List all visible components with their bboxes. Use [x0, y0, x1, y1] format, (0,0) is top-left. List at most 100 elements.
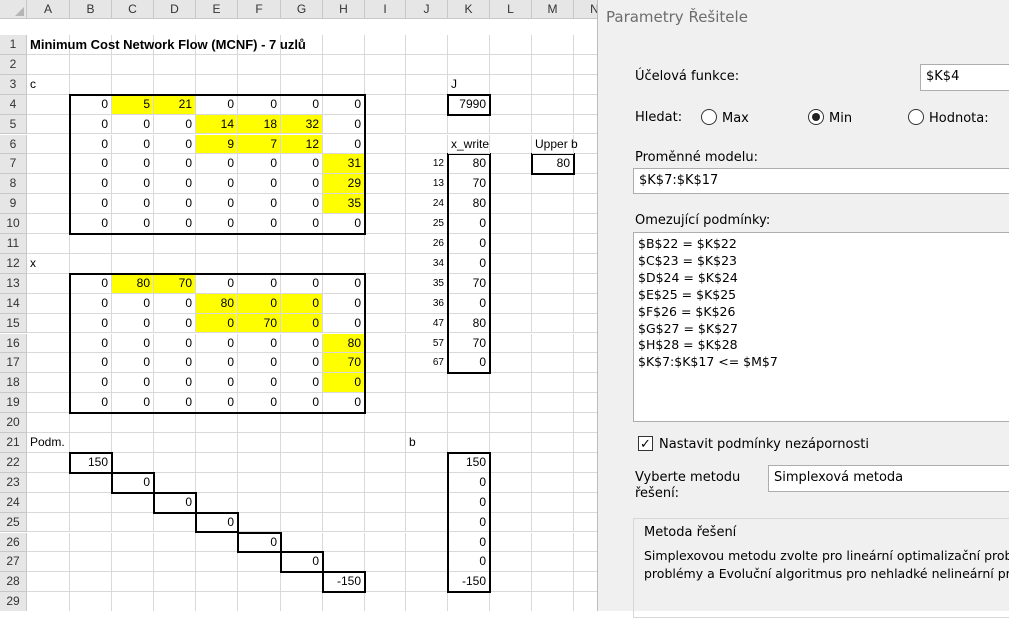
cost-cell[interactable]: 0 — [154, 134, 196, 155]
grid-cell[interactable] — [27, 174, 70, 195]
cost-cell[interactable]: 0 — [281, 154, 323, 175]
grid-cell[interactable] — [196, 472, 238, 493]
flow-cell[interactable]: 0 — [112, 393, 154, 414]
flow-cell[interactable]: 70 — [323, 353, 365, 374]
cost-cell[interactable]: 7 — [238, 134, 281, 155]
constraint-item[interactable]: $F$26 = $K$26 — [638, 304, 1008, 321]
grid-cell[interactable] — [27, 114, 70, 135]
flow-cell[interactable]: 0 — [281, 393, 323, 414]
grid-cell[interactable] — [406, 532, 448, 553]
cost-cell[interactable]: 0 — [154, 154, 196, 175]
grid-cell[interactable] — [490, 54, 532, 75]
grid-cell[interactable] — [448, 54, 490, 75]
grid-cell[interactable] — [196, 552, 238, 573]
grid-cell[interactable] — [365, 214, 406, 234]
row-header-13[interactable]: 13 — [0, 273, 27, 294]
grid-cell[interactable] — [238, 552, 281, 573]
label-c[interactable]: c — [27, 74, 70, 95]
column-header-G[interactable]: G — [281, 0, 323, 19]
grid-cell[interactable] — [27, 194, 70, 215]
grid-cell[interactable] — [365, 234, 406, 254]
grid-cell[interactable] — [490, 512, 532, 533]
vars-input[interactable]: $K$7:$K$17 — [633, 168, 1009, 194]
cost-cell[interactable]: 0 — [70, 154, 112, 175]
flow-cell[interactable]: 0 — [238, 333, 281, 354]
flow-cell[interactable]: 0 — [281, 353, 323, 374]
grid-cell[interactable] — [27, 393, 70, 414]
flow-cell[interactable]: 0 — [323, 373, 365, 394]
cost-cell[interactable]: 0 — [112, 194, 154, 215]
cost-cell[interactable]: 0 — [196, 154, 238, 175]
grid-cell[interactable] — [27, 333, 70, 354]
grid-cell[interactable] — [323, 234, 365, 254]
constraint-item[interactable]: $E$25 = $K$25 — [638, 287, 1008, 304]
grid-cell[interactable] — [196, 234, 238, 254]
edge-label-cell[interactable]: 13 — [406, 174, 448, 195]
grid-cell[interactable] — [238, 234, 281, 254]
grid-cell[interactable] — [406, 552, 448, 573]
cost-cell[interactable]: 5 — [112, 94, 154, 115]
flow-cell[interactable]: 0 — [238, 353, 281, 374]
method-select[interactable]: Simplexová metoda — [768, 465, 1009, 492]
flow-cell[interactable]: 0 — [281, 313, 323, 334]
value-radio[interactable] — [908, 109, 924, 125]
cost-cell[interactable]: 31 — [323, 154, 365, 175]
flow-cell[interactable]: 80 — [112, 273, 154, 294]
grid-cell[interactable] — [323, 472, 365, 493]
flow-cell[interactable]: 0 — [323, 313, 365, 334]
constraint-cell[interactable]: 0 — [154, 492, 196, 513]
grid-cell[interactable] — [490, 273, 532, 294]
column-header-M[interactable]: M — [532, 0, 574, 19]
grid-cell[interactable] — [112, 592, 154, 611]
cost-cell[interactable]: 0 — [112, 214, 154, 234]
grid-cell[interactable] — [365, 413, 406, 433]
column-header-E[interactable]: E — [196, 0, 238, 19]
x-write-cell[interactable]: 70 — [448, 333, 490, 354]
grid-cell[interactable] — [323, 433, 365, 453]
flow-cell[interactable]: 0 — [70, 333, 112, 354]
column-header-J[interactable]: J — [406, 0, 448, 19]
cost-cell[interactable]: 0 — [238, 174, 281, 195]
grid-cell[interactable] — [532, 273, 574, 294]
row-header-12[interactable]: 12 — [0, 253, 27, 274]
flow-cell[interactable]: 0 — [112, 293, 154, 314]
grid-cell[interactable] — [27, 492, 70, 513]
constraint-item[interactable]: $G$27 = $K$27 — [638, 321, 1008, 338]
column-header-A[interactable]: A — [27, 0, 70, 19]
grid-cell[interactable] — [406, 114, 448, 135]
grid-cell[interactable] — [154, 472, 196, 493]
row-header-11[interactable]: 11 — [0, 234, 27, 254]
flow-cell[interactable]: 0 — [70, 293, 112, 314]
flow-cell[interactable]: 0 — [323, 393, 365, 414]
grid-cell[interactable] — [196, 413, 238, 433]
flow-cell[interactable]: 0 — [196, 273, 238, 294]
grid-cell[interactable] — [365, 472, 406, 493]
grid-cell[interactable] — [365, 492, 406, 513]
grid-cell[interactable] — [281, 532, 323, 553]
label-x-write[interactable]: x_write — [448, 134, 490, 155]
constraint-cell[interactable]: -150 — [323, 572, 365, 593]
grid-cell[interactable] — [112, 413, 154, 433]
row-header-14[interactable]: 14 — [0, 293, 27, 314]
flow-cell[interactable]: 0 — [70, 353, 112, 374]
grid-cell[interactable] — [406, 592, 448, 611]
grid-cell[interactable] — [238, 253, 281, 274]
grid-cell[interactable] — [365, 94, 406, 115]
grid-cell[interactable] — [490, 313, 532, 334]
grid-cell[interactable] — [238, 433, 281, 453]
grid-cell[interactable] — [112, 74, 154, 95]
grid-cell[interactable] — [532, 572, 574, 593]
constraint-item[interactable]: $C$23 = $K$23 — [638, 253, 1008, 270]
grid-cell[interactable] — [238, 472, 281, 493]
grid-cell[interactable] — [365, 592, 406, 611]
grid-cell[interactable] — [490, 413, 532, 433]
objective-input[interactable]: $K$4 — [920, 64, 1009, 91]
grid-cell[interactable] — [70, 74, 112, 95]
grid-cell[interactable] — [532, 452, 574, 473]
grid-cell[interactable] — [406, 134, 448, 155]
x-write-cell[interactable]: 80 — [448, 194, 490, 215]
grid-cell[interactable] — [406, 572, 448, 593]
label-b[interactable]: b — [406, 433, 448, 453]
grid-cell[interactable] — [365, 532, 406, 553]
grid-cell[interactable] — [490, 572, 532, 593]
